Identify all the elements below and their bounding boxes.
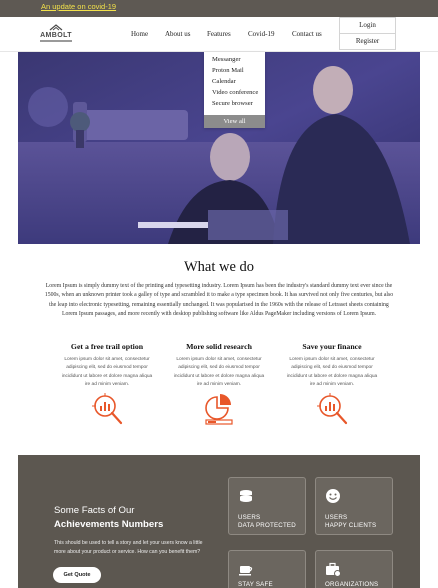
feature-body-research: Lorem ipsum dolor sit amet, consectetur … xyxy=(173,357,265,387)
nav-features[interactable]: Features xyxy=(207,30,231,38)
nav-contact-us[interactable]: Contact us xyxy=(292,30,322,38)
nav-about-us[interactable]: About us xyxy=(165,30,190,38)
site-header: AMBOLT Home About us Features Covid-19 C… xyxy=(0,17,438,52)
logo-text: AMBOLT xyxy=(40,32,72,39)
facts-section: Some Facts of Our Achievements Numbers T… xyxy=(18,455,420,588)
nav-covid-19[interactable]: Covid-19 xyxy=(248,30,274,38)
feature-title-research: More solid research xyxy=(186,342,252,351)
view-all-button[interactable]: View all xyxy=(204,115,265,128)
section-title: What we do xyxy=(183,259,255,275)
magnifier-chart-icon xyxy=(317,393,348,425)
fact-label: USERS xyxy=(325,514,348,521)
get-quote-button[interactable]: Get Quote xyxy=(53,567,101,583)
menu-item-video-conference[interactable]: Video conference xyxy=(212,89,258,96)
pie-chart-icon xyxy=(205,394,233,425)
coins-icon xyxy=(240,490,252,502)
feature-title-finance: Save your finance xyxy=(302,342,362,351)
feature-title-free-trial: Get a free trail option xyxy=(70,342,144,351)
facts-heading-line1: Some Facts of Our xyxy=(54,505,135,516)
announcement-bar: An update on covid-19 xyxy=(0,0,438,17)
nav-home[interactable]: Home xyxy=(131,30,148,38)
menu-item-secure-browser[interactable]: Secure browser xyxy=(212,100,253,107)
feature-body-finance: Lorem ipsum dolor sit amet, consectetur … xyxy=(286,357,378,387)
menu-item-proton-mail[interactable]: Proton Mail xyxy=(212,67,244,74)
login-button[interactable]: Login xyxy=(339,17,396,34)
fact-card-stay-safe: STAY SAFE xyxy=(228,550,306,588)
register-button[interactable]: Register xyxy=(339,33,396,50)
logo-mark-icon xyxy=(49,24,63,31)
magnifier-chart-icon xyxy=(92,393,123,425)
briefcase-icon xyxy=(326,562,341,577)
fact-card-data-protected: USERS DATA PROTECTED xyxy=(228,477,306,535)
facts-description: This should be used to tell a story and … xyxy=(54,540,203,555)
fact-card-organizations: ORGANIZATIONS xyxy=(315,550,393,588)
fact-sublabel: DATA PROTECTED xyxy=(238,522,296,529)
fact-label: ORGANIZATIONS xyxy=(325,581,379,588)
logo-underline xyxy=(40,40,72,42)
fact-label: STAY SAFE xyxy=(238,581,273,588)
logo[interactable]: AMBOLT xyxy=(40,24,72,46)
intro-paragraph: Lorem Ipsum is simply dummy text of the … xyxy=(44,283,394,317)
smiley-icon xyxy=(326,489,340,503)
fact-label: USERS xyxy=(238,514,261,521)
fact-card-happy-clients: USERS HAPPY CLIENTS xyxy=(315,477,393,535)
fact-sublabel: HAPPY CLIENTS xyxy=(325,522,377,529)
features-dropdown: Messanger Proton Mail Calendar Video con… xyxy=(204,52,265,128)
covid-update-link[interactable]: An update on covid-19 xyxy=(41,2,116,11)
feature-body-free-trial: Lorem ipsum dolor sit amet, consectetur … xyxy=(61,357,153,387)
menu-item-calendar[interactable]: Calendar xyxy=(212,78,236,85)
facts-heading-line2: Achievements Numbers xyxy=(54,519,164,530)
coffee-cup-icon xyxy=(239,566,253,576)
menu-item-messanger[interactable]: Messanger xyxy=(212,56,241,63)
